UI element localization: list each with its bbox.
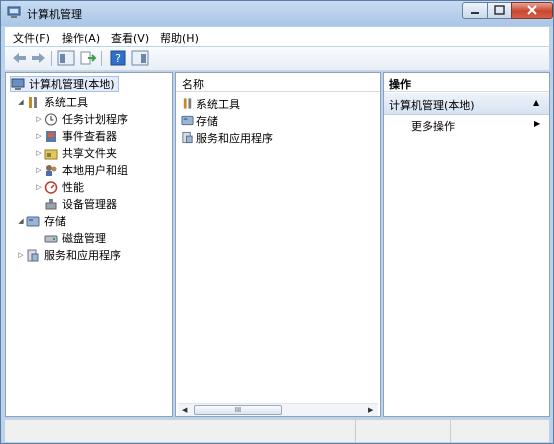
- tree-item-label: 性能: [62, 181, 84, 194]
- tree-item-shared-folders[interactable]: ▷ 共享文件夹: [34, 145, 117, 161]
- actions-group-label: 计算机管理(本地): [389, 99, 475, 112]
- tools-icon: [183, 98, 192, 109]
- tree-item-label: 计算机管理(本地): [29, 78, 115, 91]
- expanded-arrow-icon[interactable]: ◢: [16, 217, 26, 225]
- menu-view[interactable]: 查看(V): [111, 30, 149, 46]
- actions-header: 操作: [384, 73, 549, 92]
- svg-text:?: ?: [115, 52, 121, 65]
- tree-item-label: 存储: [44, 215, 66, 228]
- collapsed-arrow-icon[interactable]: ▷: [34, 132, 44, 140]
- toolbar: ?: [5, 47, 549, 71]
- storage-icon: [26, 216, 40, 226]
- tree-item-label: 服务和应用程序: [44, 249, 121, 262]
- tree-item-label: 磁盘管理: [62, 232, 106, 245]
- tree-item-storage[interactable]: ◢ 存储: [16, 213, 66, 229]
- scroll-left-arrow-icon[interactable]: ◀: [182, 404, 187, 416]
- tree-item-device-manager[interactable]: 设备管理器: [34, 196, 117, 212]
- users-icon: [46, 164, 57, 176]
- tree-item-performance[interactable]: ▷ 性能: [34, 179, 84, 195]
- event-viewer-icon: [46, 130, 56, 142]
- minimize-button[interactable]: [462, 2, 488, 19]
- toolbar-separator: [101, 51, 102, 66]
- back-arrow-icon[interactable]: [11, 50, 29, 66]
- computer-management-icon: [11, 78, 25, 90]
- device-manager-icon: [45, 198, 57, 209]
- expanded-arrow-icon[interactable]: ◢: [16, 98, 26, 106]
- tools-icon: [29, 96, 37, 108]
- disk-icon: [44, 235, 58, 242]
- status-bar: [5, 419, 549, 442]
- tree-item-label: 本地用户和组: [62, 164, 128, 177]
- collapsed-arrow-icon[interactable]: ▷: [34, 166, 44, 174]
- show-action-pane-icon[interactable]: [131, 50, 149, 66]
- computer-management-icon: [7, 6, 21, 18]
- scroll-thumb[interactable]: III: [194, 405, 282, 415]
- tree-item-root[interactable]: 计算机管理(本地): [10, 76, 119, 92]
- performance-icon: [44, 180, 58, 194]
- menu-action[interactable]: 操作(A): [62, 30, 100, 46]
- tree-item-task-scheduler[interactable]: ▷ 任务计划程序: [34, 111, 128, 127]
- list-item[interactable]: 系统工具: [181, 95, 240, 112]
- computer-management-window: 计算机管理 文件(F) 操作(A) 查看(V) 帮助(H) ? 计算机管理(本地…: [0, 0, 554, 444]
- submenu-arrow-icon: ▶: [534, 119, 541, 128]
- column-header-name[interactable]: 名称: [176, 73, 380, 92]
- tree-item-label: 系统工具: [44, 96, 88, 109]
- tree-item-system-tools[interactable]: ◢ 系统工具: [16, 94, 88, 110]
- menu-file[interactable]: 文件(F): [13, 30, 50, 46]
- console-tree-pane: 计算机管理(本地) ◢ 系统工具 ▷ 任务计划程序 ▷ 事件查看器 ▷ 共享文件…: [5, 72, 173, 417]
- tree-item-disk-management[interactable]: 磁盘管理: [34, 230, 106, 246]
- collapsed-arrow-icon[interactable]: ▷: [34, 149, 44, 157]
- forward-arrow-icon[interactable]: [29, 50, 47, 66]
- list-item[interactable]: 服务和应用程序: [181, 129, 273, 146]
- close-button[interactable]: [511, 2, 553, 19]
- tree-item-label: 共享文件夹: [62, 147, 117, 160]
- list-item-label: 系统工具: [196, 97, 240, 111]
- column-header-label: 名称: [182, 78, 204, 91]
- scroll-right-arrow-icon[interactable]: ▶: [368, 404, 373, 416]
- close-icon: [527, 5, 537, 15]
- tree-item-event-viewer[interactable]: ▷ 事件查看器: [34, 128, 117, 144]
- horizontal-scrollbar[interactable]: ◀ III ▶: [178, 403, 378, 416]
- tree-item-label: 事件查看器: [62, 130, 117, 143]
- more-actions-item[interactable]: 更多操作: [411, 118, 455, 134]
- window-title: 计算机管理: [27, 8, 82, 21]
- title-bar[interactable]: 计算机管理: [1, 1, 553, 26]
- toolbar-separator: [51, 51, 52, 66]
- clock-icon: [45, 113, 57, 125]
- collapsed-arrow-icon[interactable]: ▷: [34, 115, 44, 123]
- actions-header-label: 操作: [389, 78, 411, 91]
- tree-item-local-users-groups[interactable]: ▷ 本地用户和组: [34, 162, 128, 178]
- minimize-icon: [471, 12, 479, 14]
- maximize-icon: [494, 5, 505, 15]
- menu-help[interactable]: 帮助(H): [160, 30, 199, 46]
- shared-folder-icon: [44, 149, 58, 159]
- list-item-label: 服务和应用程序: [196, 131, 273, 145]
- collapse-up-icon[interactable]: ▲: [533, 98, 539, 107]
- export-list-icon[interactable]: [79, 50, 97, 66]
- tree-item-label: 设备管理器: [62, 198, 117, 211]
- services-icon: [182, 131, 193, 144]
- results-pane: 名称 系统工具 存储 服务和应用程序 ◀ III ▶: [175, 72, 381, 417]
- storage-icon: [181, 115, 194, 126]
- status-cell: [450, 420, 549, 442]
- tree-item-label: 任务计划程序: [62, 113, 128, 126]
- actions-group-header[interactable]: 计算机管理(本地) ▲: [384, 93, 549, 115]
- services-icon: [27, 249, 39, 261]
- list-item[interactable]: 存储: [181, 112, 218, 129]
- status-cell: [355, 420, 451, 442]
- help-icon[interactable]: ?: [109, 50, 127, 66]
- list-item-label: 存储: [196, 114, 218, 128]
- actions-pane: 操作 计算机管理(本地) ▲ 更多操作 ▶: [383, 72, 550, 417]
- collapsed-arrow-icon[interactable]: ▷: [16, 251, 26, 259]
- menu-bar: 文件(F) 操作(A) 查看(V) 帮助(H): [5, 27, 549, 46]
- show-console-tree-icon[interactable]: [57, 50, 75, 66]
- collapsed-arrow-icon[interactable]: ▷: [34, 183, 44, 191]
- maximize-button[interactable]: [487, 2, 512, 19]
- tree-item-services-apps[interactable]: ▷ 服务和应用程序: [16, 247, 121, 263]
